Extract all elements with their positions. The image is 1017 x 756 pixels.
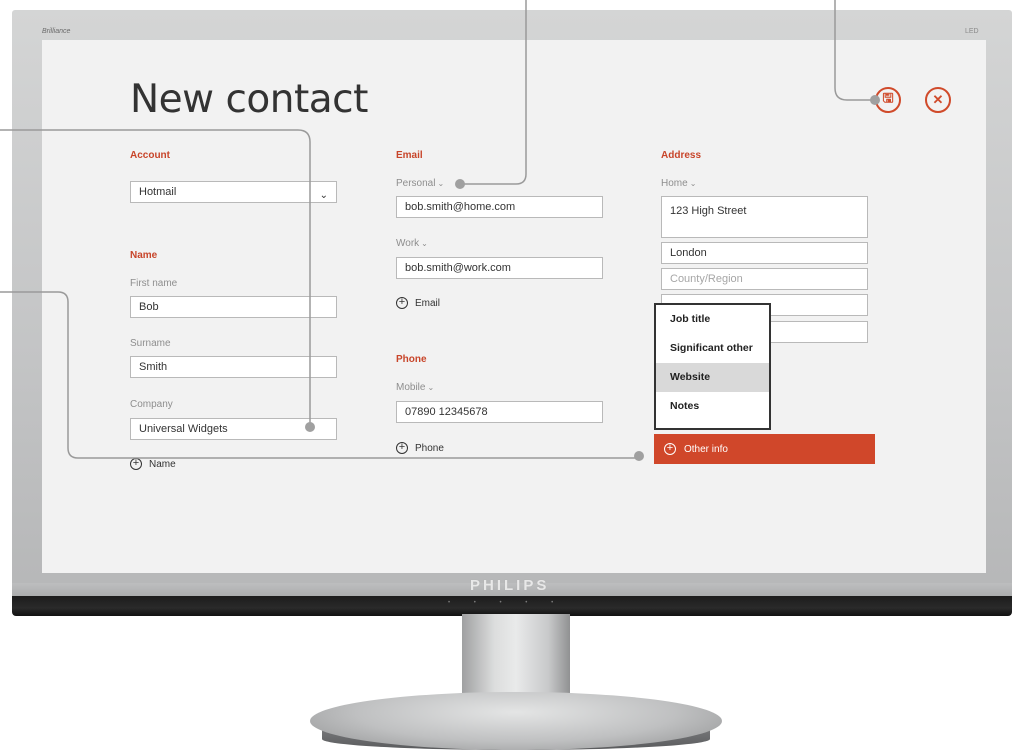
add-circle-icon: +: [396, 442, 408, 454]
surname-field[interactable]: Smith: [130, 356, 337, 378]
menu-item-notes[interactable]: Notes: [656, 392, 769, 421]
monitor-base-strip: [12, 596, 1012, 616]
chevron-down-icon: ⌄: [437, 179, 445, 188]
address-section-label: Address: [661, 150, 702, 161]
add-email-link[interactable]: + Email: [396, 297, 440, 309]
street-field[interactable]: 123 High Street: [661, 196, 868, 238]
company-field[interactable]: Universal Widgets: [130, 418, 337, 440]
menu-item-significant-other[interactable]: Significant other: [656, 334, 769, 363]
add-name-link[interactable]: + Name: [130, 458, 176, 470]
chevron-down-icon: ⌄: [421, 239, 428, 248]
city-field[interactable]: London: [661, 242, 868, 264]
chevron-down-icon: ⌄: [689, 179, 697, 188]
monitor-control-buttons: • • • • •: [448, 600, 565, 606]
surname-label: Surname: [130, 338, 171, 349]
account-select[interactable]: Hotmail ⌄: [130, 181, 337, 203]
first-name-label: First name: [130, 278, 178, 289]
close-icon: ✕: [932, 92, 944, 107]
mobile-phone-field[interactable]: 07890 12345678: [396, 401, 603, 423]
menu-item-job-title[interactable]: Job title: [656, 305, 769, 334]
save-button[interactable]: 🖫: [875, 87, 901, 113]
chevron-down-icon: ⌄: [427, 383, 435, 392]
add-phone-link[interactable]: + Phone: [396, 442, 444, 454]
add-circle-icon: +: [664, 443, 676, 455]
add-phone-label: Phone: [415, 442, 444, 454]
other-info-button[interactable]: + Other info: [654, 434, 875, 464]
floppy-save-icon: 🖫: [882, 90, 894, 105]
monitor-led-mark: LED: [965, 28, 979, 35]
other-info-menu: Job title Significant other Website Note…: [654, 303, 771, 430]
account-select-value: Hotmail: [139, 186, 177, 198]
monitor-stand-foot: [310, 692, 722, 750]
address-type[interactable]: Home ⌄: [661, 178, 696, 189]
company-label: Company: [130, 399, 173, 410]
work-email-field[interactable]: bob.smith@work.com: [396, 257, 603, 279]
other-info-label: Other info: [684, 443, 728, 455]
close-button[interactable]: ✕: [925, 87, 951, 113]
page-title: New contact: [130, 77, 368, 122]
add-name-label: Name: [149, 458, 176, 470]
phone-mobile-type[interactable]: Mobile ⌄: [396, 382, 434, 393]
add-email-label: Email: [415, 297, 441, 309]
account-section-label: Account: [130, 150, 170, 161]
name-section-label: Name: [130, 250, 158, 261]
add-circle-icon: +: [130, 458, 142, 470]
personal-email-field[interactable]: bob.smith@home.com: [396, 196, 603, 218]
email-work-type[interactable]: Work ⌄: [396, 238, 428, 249]
menu-item-website[interactable]: Website: [656, 363, 769, 392]
email-personal-type[interactable]: Personal ⌄: [396, 178, 444, 189]
chevron-down-icon: ⌄: [319, 190, 328, 201]
add-circle-icon: +: [396, 297, 408, 309]
philips-logo: PHILIPS: [470, 577, 550, 594]
first-name-field[interactable]: Bob: [130, 296, 337, 318]
monitor-brand: Brilliance: [42, 28, 71, 35]
county-field[interactable]: County/Region: [661, 268, 868, 290]
email-section-label: Email: [396, 150, 423, 161]
phone-section-label: Phone: [396, 354, 427, 365]
